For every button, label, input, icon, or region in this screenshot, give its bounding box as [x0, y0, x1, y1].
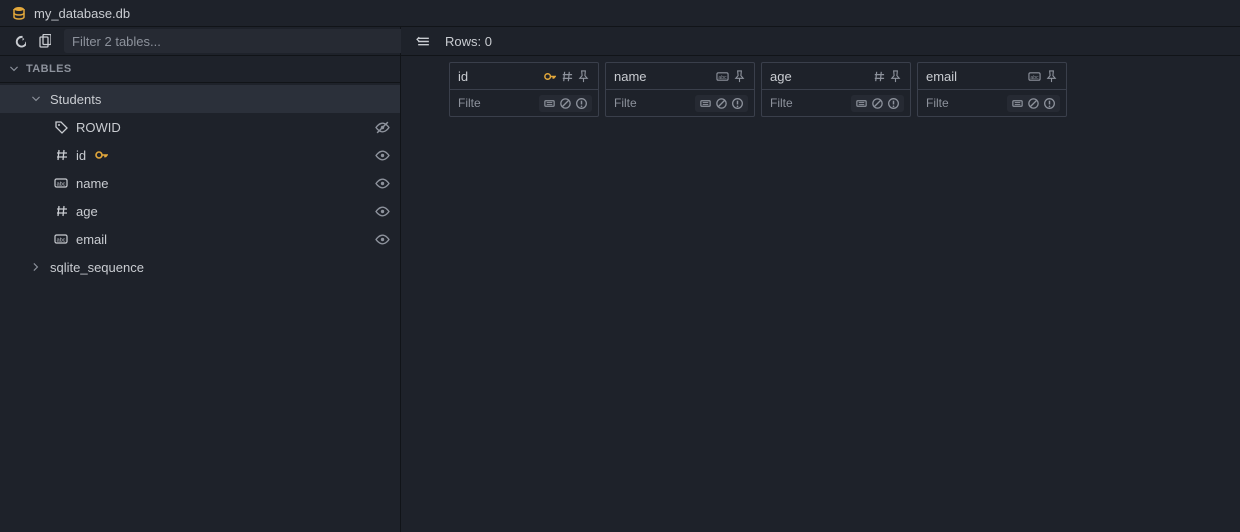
- column-name: name: [76, 176, 367, 191]
- column-header-email[interactable]: email: [917, 62, 1067, 117]
- section-label: TABLES: [26, 63, 72, 75]
- copy-button[interactable]: [32, 29, 56, 53]
- chevron-down-icon: [30, 94, 42, 104]
- grid-toolbar: Rows: 0: [401, 27, 1240, 56]
- hash-icon: [54, 204, 68, 218]
- column-filter-input[interactable]: [612, 95, 691, 111]
- database-icon: [12, 6, 26, 20]
- column-name: email: [76, 232, 367, 247]
- column-row-age[interactable]: age: [0, 197, 400, 225]
- abc-icon: [54, 176, 68, 190]
- filter-icon[interactable]: [855, 97, 868, 110]
- column-header-name[interactable]: name: [605, 62, 755, 117]
- ban-icon[interactable]: [559, 97, 572, 110]
- ban-icon[interactable]: [1027, 97, 1040, 110]
- eye-icon[interactable]: [375, 232, 390, 247]
- titlebar: my_database.db: [0, 0, 1240, 27]
- column-row-name[interactable]: name: [0, 169, 400, 197]
- grid-view-button[interactable]: [411, 29, 435, 53]
- alert-icon[interactable]: [575, 97, 588, 110]
- eye-off-icon[interactable]: [375, 120, 390, 135]
- table-row-students[interactable]: Students: [0, 85, 400, 113]
- sidebar-filter: [64, 29, 394, 53]
- pin-icon[interactable]: [1045, 70, 1058, 83]
- sidebar-toolbar: [0, 27, 400, 56]
- app-root: my_database.db TABLES: [0, 0, 1240, 532]
- filter-tables-input[interactable]: [64, 29, 410, 53]
- alert-icon[interactable]: [1043, 97, 1056, 110]
- alert-icon[interactable]: [887, 97, 900, 110]
- hash-icon: [872, 70, 885, 83]
- column-headers: id: [401, 56, 1240, 117]
- column-name: email: [926, 69, 1022, 84]
- column-name: id: [458, 69, 537, 84]
- refresh-button[interactable]: [6, 29, 30, 53]
- column-row-rowid[interactable]: ROWID: [0, 113, 400, 141]
- column-header-id[interactable]: id: [449, 62, 599, 117]
- chevron-down-icon: [8, 64, 20, 74]
- column-header-age[interactable]: age: [761, 62, 911, 117]
- column-filter-input[interactable]: [768, 95, 847, 111]
- tag-icon: [54, 120, 68, 134]
- abc-icon: [1028, 70, 1041, 83]
- column-name: age: [770, 69, 866, 84]
- abc-icon: [716, 70, 729, 83]
- pin-icon[interactable]: [577, 70, 590, 83]
- column-name: age: [76, 204, 367, 219]
- alert-icon[interactable]: [731, 97, 744, 110]
- column-filter-input[interactable]: [924, 95, 1003, 111]
- key-icon: [94, 148, 108, 162]
- filter-icon[interactable]: [1011, 97, 1024, 110]
- ban-icon[interactable]: [871, 97, 884, 110]
- filter-icon[interactable]: [699, 97, 712, 110]
- abc-icon: [54, 232, 68, 246]
- sidebar: TABLES Students ROWID: [0, 27, 401, 532]
- column-name: ROWID: [76, 120, 367, 135]
- filter-icon[interactable]: [543, 97, 556, 110]
- column-filter-input[interactable]: [456, 95, 535, 111]
- table-row-sqlite-sequence[interactable]: sqlite_sequence: [0, 253, 400, 281]
- column-name: id: [76, 148, 367, 163]
- hash-icon: [560, 70, 573, 83]
- eye-icon[interactable]: [375, 148, 390, 163]
- tables-section-header[interactable]: TABLES: [0, 56, 400, 83]
- pin-icon[interactable]: [733, 70, 746, 83]
- column-name: name: [614, 69, 710, 84]
- chevron-right-icon: [30, 262, 42, 272]
- hash-icon: [54, 148, 68, 162]
- row-count-label: Rows: 0: [445, 34, 492, 49]
- table-name: sqlite_sequence: [50, 260, 390, 275]
- main-panel: Rows: 0 id: [401, 27, 1240, 532]
- database-title: my_database.db: [34, 6, 130, 21]
- eye-icon[interactable]: [375, 204, 390, 219]
- table-name: Students: [50, 92, 390, 107]
- key-icon: [543, 70, 556, 83]
- tables-tree: Students ROWID id: [0, 83, 400, 283]
- ban-icon[interactable]: [715, 97, 728, 110]
- pin-icon[interactable]: [889, 70, 902, 83]
- column-row-email[interactable]: email: [0, 225, 400, 253]
- gutter-header: [407, 62, 443, 117]
- eye-icon[interactable]: [375, 176, 390, 191]
- column-row-id[interactable]: id: [0, 141, 400, 169]
